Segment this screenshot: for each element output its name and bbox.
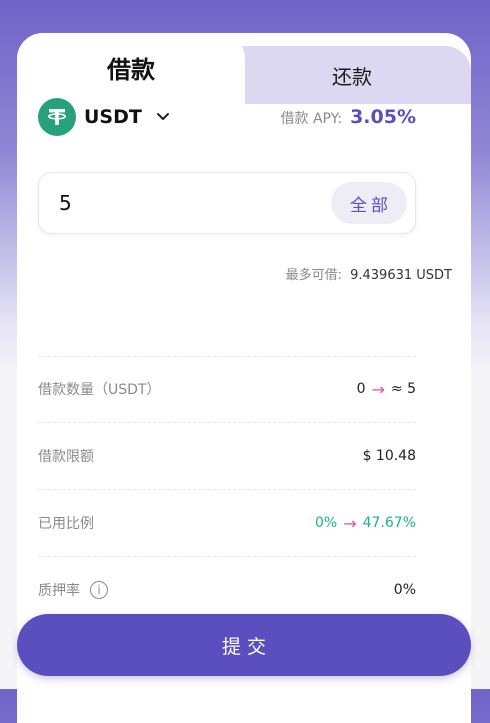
borrow-limit-value: $ 10.48 <box>362 448 416 464</box>
info-row-ratio: 已用比例 0% → 47.67% <box>38 511 416 535</box>
collateral-rate-label: 质押率 <box>38 583 80 599</box>
arrow-right-icon: → <box>371 379 385 399</box>
divider <box>38 556 416 557</box>
collateral-rate: 质押率 i <box>38 580 108 600</box>
info-row-collateral: 质押率 i 0% <box>38 578 416 602</box>
max-borrow: 最多可借: 9.439631 USDT <box>286 264 452 283</box>
tab-repay[interactable]: 还款 <box>233 46 471 104</box>
info-icon[interactable]: i <box>90 581 108 599</box>
divider <box>38 489 416 490</box>
arrow-right-icon: → <box>343 513 357 533</box>
amount-field: 全部 <box>38 172 416 234</box>
tab-borrow-label: 借款 <box>107 55 155 84</box>
collateral-rate-value: 0% <box>393 582 416 598</box>
all-button[interactable]: 全部 <box>331 182 407 224</box>
max-borrow-label: 最多可借: <box>285 268 342 283</box>
apy-value: 3.05% <box>350 106 416 128</box>
asset-name: USDT <box>84 106 142 128</box>
divider <box>38 422 416 423</box>
tab-borrow[interactable]: 借款 <box>17 33 245 107</box>
submit-button[interactable]: 提交 <box>17 614 471 676</box>
used-ratio-value: 0% → 47.67% <box>315 514 416 533</box>
borrow-amount-label: 借款数量（USDT） <box>38 382 161 398</box>
apy-label: 借款 APY: <box>280 111 343 127</box>
borrow-amount-value: 0 → ≈ 5 <box>357 380 416 399</box>
borrow-amount-to: ≈ 5 <box>390 381 416 397</box>
borrow-limit-label: 借款限额 <box>38 449 94 465</box>
asset-selector[interactable]: USDT <box>38 98 170 136</box>
used-ratio-label: 已用比例 <box>38 516 94 532</box>
max-borrow-value: 9.439631 USDT <box>350 268 452 283</box>
divider <box>38 356 416 357</box>
asset-row: USDT 借款 APY: 3.05% <box>38 97 416 137</box>
tab-repay-label: 还款 <box>332 64 372 89</box>
borrow-amount-from: 0 <box>356 381 366 397</box>
amount-input[interactable] <box>59 191 279 215</box>
info-row-amount: 借款数量（USDT） 0 → ≈ 5 <box>38 377 416 401</box>
tether-icon <box>38 98 76 136</box>
chevron-down-icon <box>156 112 170 122</box>
used-ratio-to: 47.67% <box>362 515 416 531</box>
used-ratio-from: 0% <box>314 515 338 531</box>
apy: 借款 APY: 3.05% <box>281 106 417 128</box>
info-row-limit: 借款限额 $ 10.48 <box>38 444 416 468</box>
